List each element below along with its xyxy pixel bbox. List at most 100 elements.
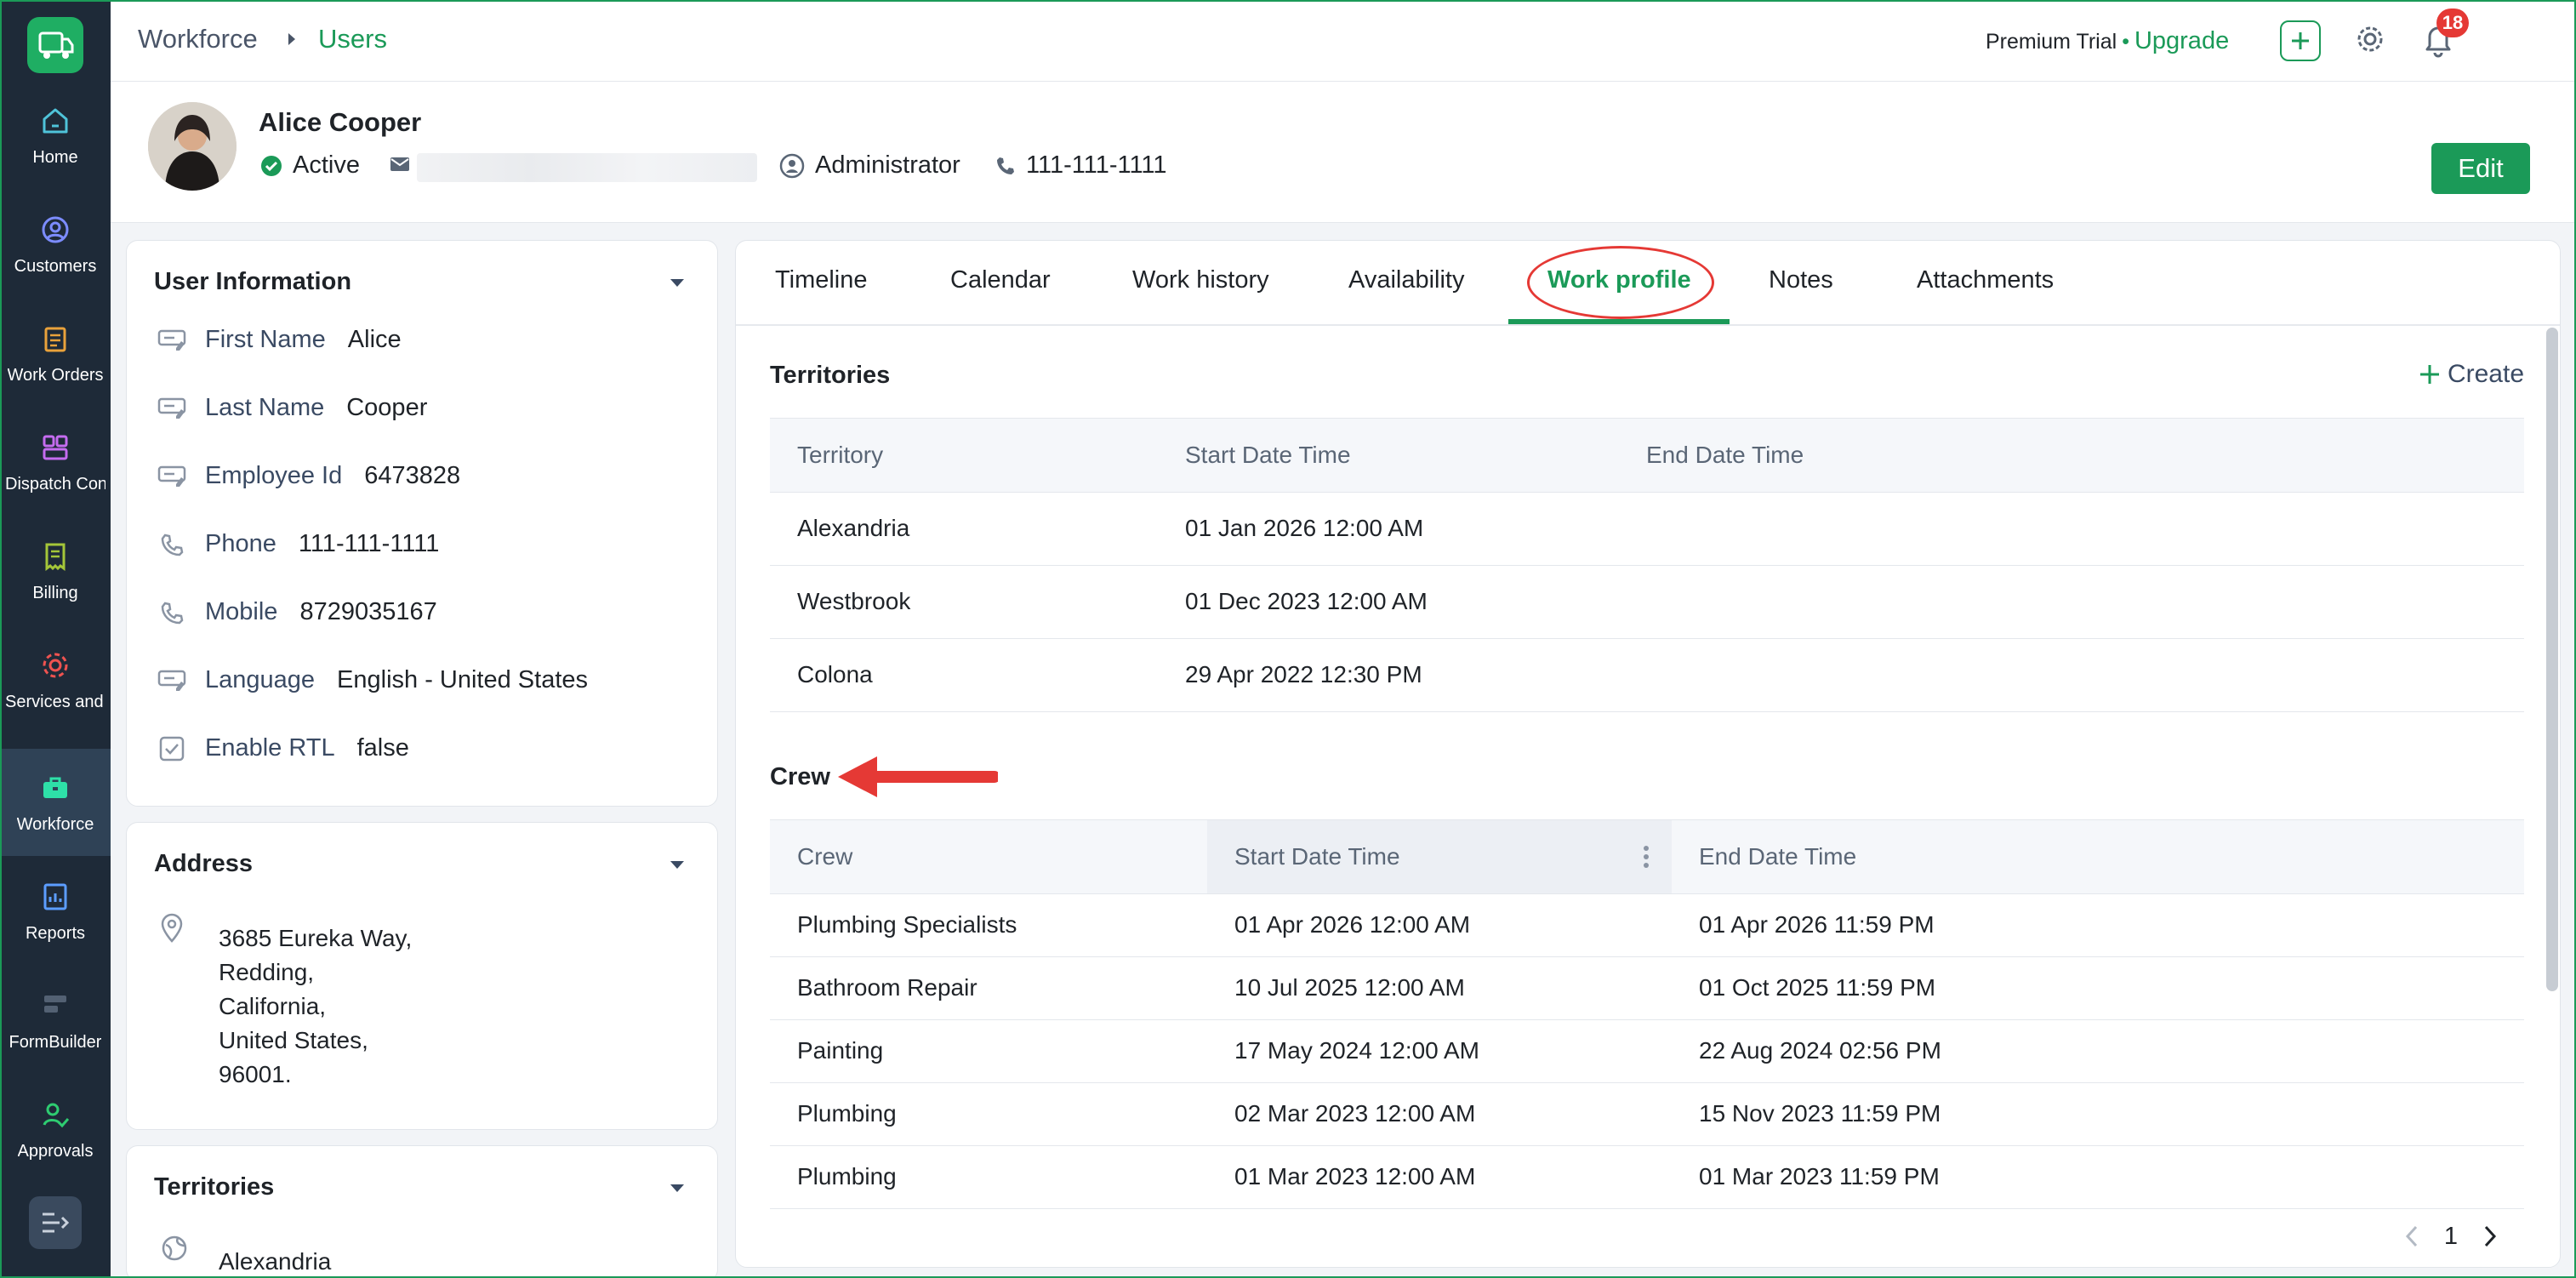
nav-item-approvals[interactable]: Approvals [0,1075,111,1183]
table-cell: 22 Aug 2024 02:56 PM [1699,1037,1941,1064]
chevron-down-icon[interactable] [670,278,685,288]
column-header[interactable]: Territory [797,442,883,469]
field-enable-rtl: Enable RTL false [157,734,409,762]
card-title: Territories [154,1173,275,1201]
create-territory-button[interactable]: Create [2419,360,2524,389]
nav-item-customers[interactable]: Customers [0,191,111,298]
table-cell: 01 Apr 2026 11:59 PM [1699,911,1935,938]
chevron-left-icon[interactable] [2405,1224,2419,1248]
approval-icon [38,1098,72,1132]
nav-item-workforce[interactable]: Workforce [0,749,111,856]
quick-create-button[interactable] [2280,20,2321,61]
nav-item-billing[interactable]: Billing [0,517,111,625]
field-label: Last Name [205,394,325,421]
address-line: California, [219,993,327,1019]
expand-sidebar-button[interactable] [29,1196,82,1249]
column-header[interactable]: Crew [797,843,852,870]
nav-label: Approvals [17,1141,94,1161]
user-header: Alice Cooper Active Administrator 111-11… [111,82,2576,223]
field-language: Language English - United States [157,666,588,694]
page-number: 1 [2443,1222,2458,1250]
field-label: First Name [205,326,326,353]
table-cell: 01 Mar 2023 12:00 AM [1234,1163,1476,1190]
field-label: Enable RTL [205,734,335,762]
table-cell: 01 Oct 2025 11:59 PM [1699,974,1936,1001]
table-cell: Colona [797,661,873,687]
nav-label: FormBuilder [9,1032,102,1052]
settings-button[interactable] [2353,22,2387,56]
territory-item: Alexandria [219,1248,332,1275]
nav-item-formbuilder[interactable]: FormBuilder [0,967,111,1074]
text-field-icon [157,670,186,691]
crew-section-title: Crew [770,763,830,790]
vertical-scrollbar[interactable] [2546,328,2558,991]
tab-attachments[interactable]: Attachments [1917,266,2054,294]
phone-icon [161,602,184,624]
field-label: Mobile [205,598,278,625]
sidebar: Home Customers Work Orders Dispatch Cons… [0,0,111,1278]
gear-icon [2357,26,2383,52]
location-pin-icon [161,913,183,943]
billing-icon [38,539,72,573]
user-status: Active [260,151,360,180]
field-label: Phone [205,530,276,557]
nav-item-services[interactable]: Services and Parts [0,626,111,733]
role-icon [779,153,805,178]
address-line: 3685 Eureka Way, [219,925,413,951]
column-header[interactable]: Start Date Time [1234,843,1400,870]
table-row[interactable] [770,566,2524,639]
field-value: 111-111-1111 [298,530,440,557]
chevron-down-icon[interactable] [670,860,685,870]
clipboard-icon [38,322,72,356]
more-vertical-icon[interactable] [1643,845,1650,869]
dispatch-icon [38,431,72,465]
column-header[interactable]: Start Date Time [1185,442,1351,469]
table-row[interactable] [770,957,2524,1020]
tab-calendar[interactable]: Calendar [950,266,1051,294]
plus-icon [2292,32,2309,49]
table-row[interactable] [770,1020,2524,1083]
customers-icon [38,213,72,247]
tab-bar: Timeline Calendar Work history Availabil… [736,241,2560,326]
territories-section-title: Territories [770,362,891,389]
nav-label: Dispatch Console [5,474,105,494]
table-row[interactable] [770,639,2524,712]
column-header[interactable]: End Date Time [1646,442,1804,469]
table-row[interactable] [770,894,2524,957]
tab-work-history[interactable]: Work history [1132,266,1269,294]
breadcrumb-workforce[interactable]: Workforce [138,24,258,54]
create-label: Create [2447,360,2524,388]
annotation-arrow [838,756,998,797]
app-logo[interactable] [27,17,83,73]
edit-button[interactable]: Edit [2431,143,2530,194]
globe-icon [162,1235,187,1261]
briefcase-icon [38,771,72,805]
nav-item-home[interactable]: Home [0,82,111,189]
nav-item-work-orders[interactable]: Work Orders [0,300,111,407]
tab-availability[interactable]: Availability [1348,266,1464,294]
chevron-right-icon[interactable] [2483,1224,2497,1248]
nav-item-dispatch[interactable]: Dispatch Console [0,408,111,516]
field-value: false [356,734,409,762]
text-field-icon [157,397,186,419]
territories-card: Territories Alexandria [126,1145,718,1278]
upgrade-link[interactable]: Upgrade [2134,27,2229,54]
tab-timeline[interactable]: Timeline [775,266,868,294]
phone-icon [161,533,184,556]
email-redacted [417,153,757,182]
table-row[interactable] [770,1083,2524,1146]
field-label: Language [205,666,316,693]
field-value: 6473828 [364,462,461,489]
chevron-right-icon [286,31,298,48]
table-row[interactable] [770,493,2524,566]
plus-icon [2419,365,2439,384]
table-row[interactable] [770,1146,2524,1209]
chevron-down-icon[interactable] [670,1184,685,1194]
address-line: 96001. [219,1061,292,1087]
column-header[interactable]: End Date Time [1699,843,1856,870]
nav-label: Services and Parts [5,692,105,711]
tab-notes[interactable]: Notes [1769,266,1833,294]
territories-table: Territory Start Date Time End Date Time … [770,418,2524,712]
nav-item-reports[interactable]: Reports [0,858,111,965]
table-cell: 10 Jul 2025 12:00 AM [1234,974,1465,1001]
